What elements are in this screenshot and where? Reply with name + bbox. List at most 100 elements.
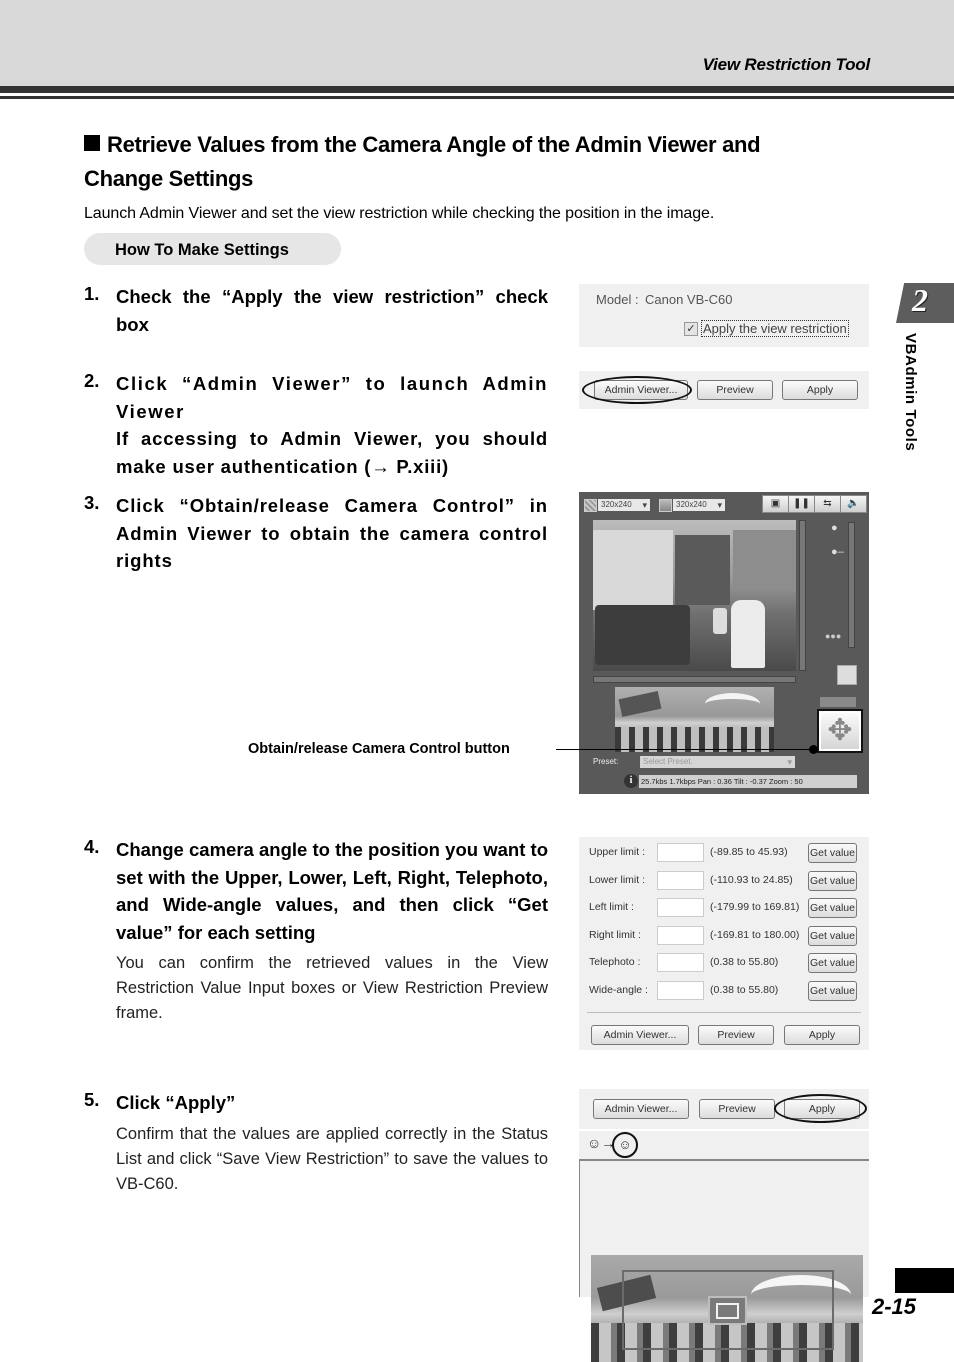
panorama-image[interactable] [615,687,774,752]
window-plants [675,535,730,605]
apply-button[interactable]: Apply [784,1025,860,1045]
current-view-frame[interactable] [708,1296,747,1325]
highlight-ellipse [582,376,692,404]
wide-angle-range: (0.38 to 55.80) [710,984,779,996]
preview-button[interactable]: Preview [698,1025,774,1045]
lower-get-value-button[interactable]: Get value [808,871,857,891]
lower-limit-label: Lower limit : [589,874,646,886]
step-2: 2. Click “Admin Viewer” to launch Admin … [84,370,548,480]
obtain-release-camera-control-button[interactable]: ✥ [817,709,863,753]
step-number: 5. [84,1089,100,1110]
fit-icon[interactable]: ▣ [762,495,789,513]
zoom-frame [716,1303,739,1319]
apply-button[interactable]: Apply [782,380,858,400]
chapter-number: 2 [912,282,928,318]
section-title: Retrieve Values from the Camera Angle of… [84,128,844,196]
backlight-button[interactable] [837,665,857,685]
divider [587,1012,861,1013]
restriction-preview-image[interactable] [591,1255,863,1362]
right-limit-input[interactable] [657,926,704,945]
preview-button[interactable]: Preview [697,380,773,400]
info-icon: i [624,774,638,788]
step-number: 4. [84,836,100,857]
preset-label: Preset: [593,757,619,766]
image-size-icon [584,499,597,512]
lower-limit-range: (-110.93 to 24.85) [710,874,793,886]
display-size-select[interactable]: 320x240 [673,499,725,511]
preset-select[interactable]: Select Preset. [640,756,795,768]
white-chair [731,600,765,668]
step-heading: Change camera angle to the position you … [116,839,548,943]
step-5: 5. Click “Apply” Confirm that the values… [84,1089,548,1197]
view-restriction-panel: Upper limit : (-89.85 to 45.93) Get valu… [579,837,869,1050]
step-heading: Check the “Apply the view restriction” c… [116,286,548,335]
upper-get-value-button[interactable]: Get value [808,843,857,863]
step-number: 2. [84,370,100,391]
move-arrows-icon: ✥ [827,714,853,747]
image-size-select[interactable]: 320x240 [598,499,650,511]
page-tab-marker [895,1268,954,1293]
how-to-badge: How To Make Settings [84,233,341,265]
right-get-value-button[interactable]: Get value [808,926,857,946]
control-status-bar [820,697,856,707]
window-blinds [733,530,796,590]
zoom-slider[interactable] [848,522,855,648]
trash-bin [713,608,727,634]
live-camera-image[interactable] [593,520,796,671]
callout-dot [809,745,818,754]
left-limit-range: (-179.99 to 169.81) [710,901,800,913]
ceiling-arc [705,693,760,715]
swap-icon[interactable]: ⇆ [814,495,841,513]
zoom-mid-icon: ●– [831,546,844,558]
right-limit-label: Right limit : [589,929,641,941]
wide-angle-label: Wide-angle : [589,984,648,996]
speaker-icon[interactable]: 🔈 [840,495,867,513]
left-limit-label: Left limit : [589,901,634,913]
step-number: 1. [84,283,100,304]
left-get-value-button[interactable]: Get value [808,898,857,918]
display-size-icon [659,499,672,512]
step-4: 4. Change camera angle to the position y… [84,836,548,1026]
buttons-panel-step2: Admin Viewer... Preview Apply [579,371,869,409]
wide-angle-get-value-button[interactable]: Get value [808,981,857,1001]
telephoto-get-value-button[interactable]: Get value [808,953,857,973]
telephoto-label: Telephoto : [589,956,641,968]
left-limit-input[interactable] [657,898,704,917]
apply-restriction-label[interactable]: Apply the view restriction [701,320,849,337]
section-title-text: Retrieve Values from the Camera Angle of… [84,132,761,191]
lower-limit-input[interactable] [657,871,704,890]
admin-viewer-button[interactable]: Admin Viewer... [591,1025,689,1045]
wide-angle-input[interactable] [657,981,704,1000]
step-1: 1. Check the “Apply the view restriction… [84,283,548,338]
zoom-in-icon: ● [831,522,838,534]
step-body: Confirm that the values are applied corr… [116,1124,548,1193]
header-rule [0,86,954,93]
step-number: 3. [84,492,100,513]
save-view-restriction-icon[interactable]: ☺ [612,1132,638,1158]
office-partition [593,530,673,610]
buttons-panel-step5: Admin Viewer... Preview Apply [579,1089,869,1129]
how-to-label: How To Make Settings [115,241,289,259]
upper-limit-label: Upper limit : [589,846,646,858]
square-bullet-icon [84,135,100,151]
upper-limit-input[interactable] [657,843,704,862]
step-note: If accessing to Admin Viewer, you should… [116,428,548,477]
model-value: Canon VB-C60 [645,292,733,307]
apply-restriction-checkbox[interactable]: ✓ [684,322,698,336]
callout-line [556,749,812,750]
pause-icon[interactable]: ❚❚ [788,495,815,513]
section-intro: Launch Admin Viewer and set the view res… [84,205,715,222]
step-heading: Click “Obtain/release Camera Control” in… [116,495,548,571]
step-3: 3. Click “Obtain/release Camera Control”… [84,492,548,575]
preview-button[interactable]: Preview [699,1099,775,1119]
highlight-ellipse [774,1094,867,1123]
telephoto-input[interactable] [657,953,704,972]
header-title: View Restriction Tool [702,55,871,74]
pan-slider[interactable] [593,676,796,683]
tilt-slider[interactable] [799,520,806,671]
callout-label: Obtain/release Camera Control button [248,741,510,757]
header-rule-thin [0,96,954,99]
admin-viewer-button[interactable]: Admin Viewer... [593,1099,689,1119]
model-label: Model : [596,292,639,307]
page-number: 2-15 [872,1294,917,1319]
